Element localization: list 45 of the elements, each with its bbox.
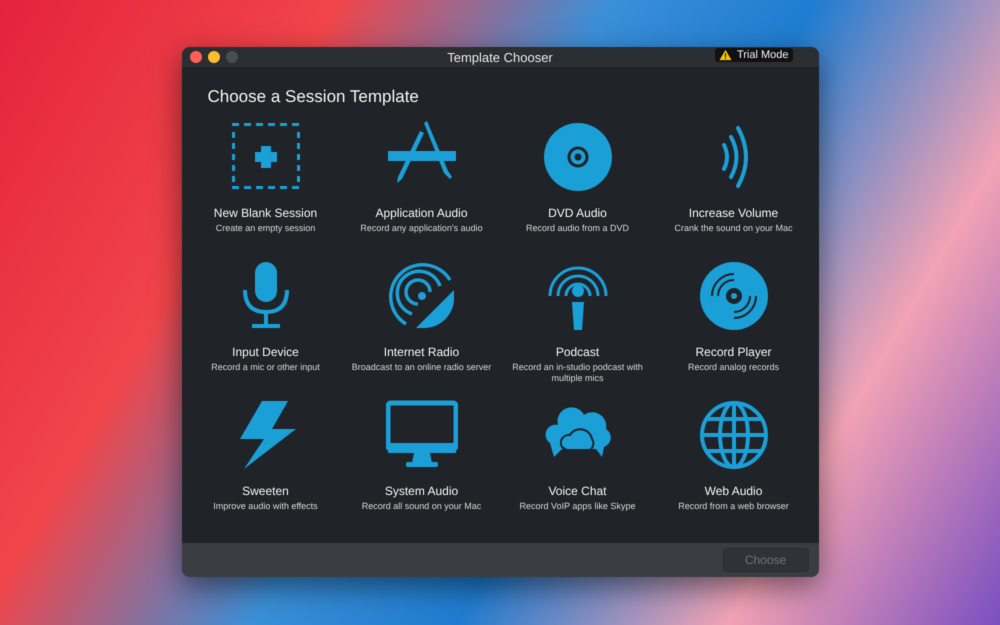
window-title: Template Chooser xyxy=(447,50,553,64)
template-name: System Audio xyxy=(384,484,458,498)
template-name: Web Audio xyxy=(704,484,762,498)
template-description: Record all sound on your Mac xyxy=(360,501,482,512)
template-tile[interactable]: Input Device Record a mic or other input xyxy=(188,260,344,399)
template-name: DVD Audio xyxy=(548,206,607,220)
template-name: Increase Volume xyxy=(688,206,778,220)
template-name: Input Device xyxy=(232,345,299,359)
template-description: Record a mic or other input xyxy=(210,362,321,373)
template-tile[interactable]: Sweeten Improve audio with effects xyxy=(188,399,344,538)
warning-icon xyxy=(718,49,732,61)
template-description: Record audio from a DVD xyxy=(524,223,630,234)
section-heading: Choose a Session Template xyxy=(208,87,420,107)
template-tile[interactable]: Voice Chat Record VoIP apps like Skype xyxy=(500,399,656,538)
template-description: Record VoIP apps like Skype xyxy=(518,501,636,512)
template-name: New Blank Session xyxy=(214,206,318,220)
template-description: Broadcast to an online radio server xyxy=(350,362,492,373)
vinyl-record-icon xyxy=(698,260,770,332)
template-description: Record an in-studio podcast with multiple mics xyxy=(511,362,644,384)
disc-icon xyxy=(542,121,614,193)
template-tile[interactable]: Internet Radio Broadcast to an online radio server xyxy=(344,260,500,399)
template-tile[interactable]: Record Player Record analog records xyxy=(656,260,812,399)
template-description: Record from a web browser xyxy=(677,501,790,512)
template-tile[interactable]: New Blank Session Create an empty session xyxy=(188,121,344,260)
template-name: Application Audio xyxy=(375,206,468,220)
template-tile[interactable]: Increase Volume Crank the sound on your Mac xyxy=(656,121,812,260)
template-tile[interactable]: Web Audio Record from a web browser xyxy=(656,399,812,538)
template-description: Record any application's audio xyxy=(359,223,484,234)
template-tile[interactable]: Podcast Record an in-studio podcast with multiple mics xyxy=(500,260,656,399)
template-name: Sweeten xyxy=(242,484,289,498)
template-tile[interactable]: System Audio Record all sound on your Mac xyxy=(344,399,500,538)
template-name: Voice Chat xyxy=(548,484,607,498)
template-description: Crank the sound on your Mac xyxy=(673,223,794,234)
minimize-icon[interactable] xyxy=(208,51,220,63)
template-tile[interactable]: DVD Audio Record audio from a DVD xyxy=(500,121,656,260)
template-description: Create an empty session xyxy=(214,223,316,234)
close-icon[interactable] xyxy=(190,51,202,63)
globe-icon xyxy=(698,399,770,471)
template-name: Internet Radio xyxy=(384,345,460,359)
template-name: Record Player xyxy=(695,345,772,359)
template-description: Improve audio with effects xyxy=(212,501,319,512)
template-description: Record analog records xyxy=(686,362,780,373)
trial-mode-label: Trial Mode xyxy=(736,49,788,61)
template-tile[interactable]: Application Audio Record any application's audio xyxy=(344,121,500,260)
template-name: Podcast xyxy=(556,345,600,359)
